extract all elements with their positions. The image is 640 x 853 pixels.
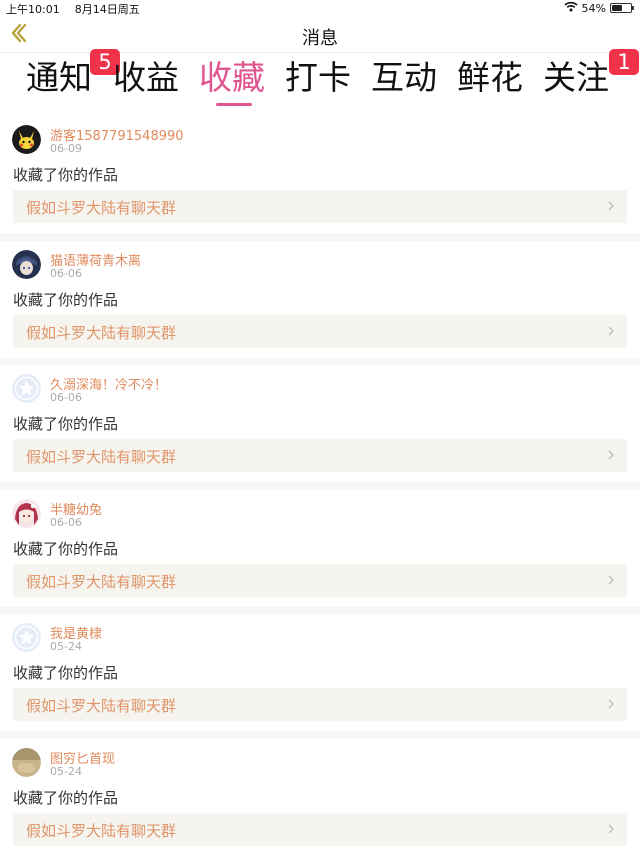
work-title: 假如斗罗大陆有聊天群 (26, 697, 177, 715)
favorite-notification-card: 猫语薄荷青木离 06-06 收藏了你的作品 假如斗罗大陆有聊天群 (0, 240, 640, 358)
tab-flowers[interactable]: 鲜花 (457, 57, 523, 99)
battery-percent: 54% (581, 1, 606, 15)
status-date: 8月14日周五 (74, 3, 140, 16)
chevron-right-icon (607, 572, 615, 591)
favorites-feed[interactable]: 游客1587791548990 06-09 收藏了你的作品 假如斗罗大陆有聊天群… (0, 116, 640, 853)
work-title: 假如斗罗大陆有聊天群 (26, 821, 177, 840)
message-tabs: 通知 5 收益 收藏 打卡 互动 鲜花 关注 1 (0, 49, 640, 108)
work-link[interactable]: 假如斗罗大陆有聊天群 (13, 190, 627, 223)
work-link[interactable]: 假如斗罗大陆有聊天群 (13, 439, 627, 472)
work-title: 假如斗罗大陆有聊天群 (26, 572, 177, 591)
notification-date: 06-06 (50, 266, 82, 280)
chevron-right-icon (607, 198, 615, 217)
notification-date: 05-24 (50, 640, 82, 653)
chevron-right-icon (607, 323, 615, 342)
battery-level (612, 5, 622, 11)
anime-boy-avatar[interactable] (12, 249, 41, 279)
default-star-avatar[interactable] (12, 374, 41, 403)
tab-interactions[interactable]: 互动 (371, 57, 437, 99)
work-title: 假如斗罗大陆有聊天群 (26, 323, 177, 342)
anime-girl-avatar[interactable] (12, 498, 41, 528)
action-text: 收藏了你的作品 (13, 539, 119, 558)
tab-label: 鲜花 (457, 58, 523, 97)
work-link[interactable]: 假如斗罗大陆有聊天群 (13, 812, 627, 846)
work-link[interactable]: 假如斗罗大陆有聊天群 (13, 563, 627, 597)
favorite-notification-card: 游客1587791548990 06-09 收藏了你的作品 假如斗罗大陆有聊天群 (0, 116, 640, 233)
tab-follows[interactable]: 关注 1 (543, 49, 639, 99)
work-title: 假如斗罗大陆有聊天群 (26, 448, 177, 466)
status-time-date: 上午10:01 8月14日周五 (6, 1, 140, 17)
active-tab-indicator (216, 103, 252, 106)
action-text: 收藏了你的作品 (13, 290, 119, 309)
status-bar: 上午10:01 8月14日周五 54% (0, 0, 640, 17)
notification-date: 06-09 (50, 142, 82, 155)
tab-label: 关注 (543, 58, 609, 97)
tab-label: 通知 (26, 58, 92, 97)
action-text: 收藏了你的作品 (13, 664, 119, 682)
chevron-right-icon (607, 821, 615, 840)
battery-icon (610, 3, 634, 13)
status-indicators: 54% (564, 1, 634, 15)
photo-avatar[interactable] (12, 747, 41, 777)
tab-label: 收藏 (199, 58, 265, 97)
tab-label: 收益 (113, 58, 179, 97)
notification-date: 06-06 (50, 391, 82, 404)
tab-checkin[interactable]: 打卡 (285, 57, 351, 99)
favorite-notification-card: 我是黄棣 05-24 收藏了你的作品 假如斗罗大陆有聊天群 (0, 614, 640, 731)
favorite-notification-card: 久溺深海！冷不冷！ 06-06 收藏了你的作品 假如斗罗大陆有聊天群 (0, 365, 640, 482)
chevron-right-icon (607, 447, 615, 466)
action-text: 收藏了你的作品 (13, 788, 119, 807)
favorite-notification-card: 半糖幼兔 06-06 收藏了你的作品 假如斗罗大陆有聊天群 (0, 489, 640, 607)
action-text: 收藏了你的作品 (13, 415, 119, 433)
tab-notifications[interactable]: 通知 5 (26, 49, 120, 99)
tab-earnings[interactable]: 收益 (113, 57, 179, 99)
work-link[interactable]: 假如斗罗大陆有聊天群 (13, 314, 627, 348)
favorite-notification-card: 图穷匕首现 05-24 收藏了你的作品 假如斗罗大陆有聊天群 (0, 738, 640, 853)
tab-label: 互动 (371, 58, 437, 97)
tab-favorites[interactable]: 收藏 (199, 57, 265, 99)
notification-date: 06-06 (50, 515, 82, 529)
work-title: 假如斗罗大陆有聊天群 (26, 199, 177, 217)
status-time: 上午10:01 (6, 3, 60, 16)
work-link[interactable]: 假如斗罗大陆有聊天群 (13, 688, 627, 721)
action-text: 收藏了你的作品 (13, 166, 119, 184)
nav-bar: 消息 (0, 17, 640, 53)
notification-date: 05-24 (50, 764, 82, 778)
page-title: 消息 (302, 28, 338, 49)
chevron-right-icon (607, 696, 615, 715)
default-star-avatar[interactable] (12, 623, 41, 652)
wifi-icon (564, 1, 578, 15)
pikachu-avatar[interactable] (12, 125, 41, 154)
tab-label: 打卡 (285, 58, 351, 97)
follow-badge: 1 (609, 49, 639, 75)
